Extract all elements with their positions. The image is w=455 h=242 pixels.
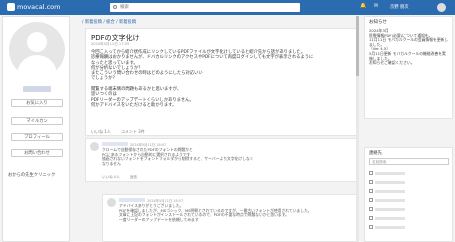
contacts-search-input[interactable]: 名前検索 bbox=[369, 158, 449, 165]
logo[interactable]: movacal.com bbox=[7, 3, 60, 11]
comment-card: 2024年5月11日 18:07 クロームで自動保存されたPDFのフォントの問題… bbox=[85, 138, 358, 182]
commenter-avatar bbox=[107, 198, 116, 207]
profile-name bbox=[23, 86, 51, 92]
commenter-name bbox=[102, 142, 128, 146]
main-content: / 新着投稿 / 総合 / 新着投稿 PDFの文字化け 2024年5月11日 1… bbox=[72, 16, 361, 242]
reply-card: 2024年5月11日 18:57 アドバイスありがとうございました。 PDFを確… bbox=[102, 194, 358, 242]
search-icon bbox=[113, 5, 117, 9]
contacts-heading: 連絡先 bbox=[369, 151, 382, 156]
profile-sidebar: お気に入り マイルカン プロフィール お問い合わせ おからの先生クリニック bbox=[2, 16, 70, 242]
profile-button[interactable]: プロフィール bbox=[11, 133, 63, 141]
logo-icon bbox=[7, 3, 15, 11]
contact-row[interactable] bbox=[369, 224, 449, 230]
contact-row[interactable] bbox=[369, 215, 449, 221]
contact-row[interactable] bbox=[369, 206, 449, 212]
mail-icon[interactable]: ✉ bbox=[374, 3, 378, 9]
scrollbar-thumb[interactable] bbox=[356, 16, 359, 76]
contacts-panel: 連絡先 名前検索 bbox=[364, 147, 453, 242]
commenter-avatar bbox=[90, 142, 99, 151]
header-bar: movacal.com 検索 🔔 ✉ 京野 朋次 bbox=[0, 0, 455, 15]
user-avatar[interactable] bbox=[437, 3, 446, 12]
commenter-name bbox=[119, 198, 145, 202]
post-date: 2024年5月11日 17:05 bbox=[91, 42, 130, 46]
notice-text[interactable]: 2024年3月 医療情報PDF(必要)について通知を。 11月11日 モバカルク… bbox=[369, 28, 449, 66]
search-placeholder: 検索 bbox=[120, 5, 129, 10]
favorite-button[interactable]: お気に入り bbox=[11, 99, 63, 107]
post-body: 今回こ入ってから紹介状作成にリンクしているPDFファイルが文字化けしていると紹介… bbox=[91, 50, 314, 108]
comment-like-button[interactable]: いいね 0人 bbox=[102, 175, 120, 180]
right-sidebar: お知らせ 2024年3月 医療情報PDF(必要)について通知を。 11月11日 … bbox=[364, 16, 453, 242]
contact-row[interactable] bbox=[369, 188, 449, 194]
contact-button[interactable]: お問い合わせ bbox=[11, 149, 63, 157]
post-card: PDFの文字化け 2024年5月11日 17:05 今回こ入ってから紹介状作成に… bbox=[85, 28, 358, 136]
contact-row[interactable] bbox=[369, 170, 449, 176]
contact-row[interactable] bbox=[369, 179, 449, 185]
comment-count[interactable]: コメント 3件 bbox=[121, 129, 145, 135]
search-input[interactable]: 検索 bbox=[110, 3, 300, 12]
comment-text: クロームで自動保存されたPDFのフォントの問題かと PCにあるフォントから自動的… bbox=[102, 147, 254, 166]
like-button[interactable]: いいね 1人 bbox=[91, 129, 111, 135]
logo-text: movacal.com bbox=[17, 3, 61, 11]
avatar bbox=[9, 22, 65, 78]
notice-panel: お知らせ 2024年3月 医療情報PDF(必要)について通知を。 11月11日 … bbox=[364, 16, 453, 119]
scrollbar[interactable] bbox=[356, 16, 359, 242]
comment-reply-button[interactable]: 返信 bbox=[130, 175, 137, 180]
comment-text: アドバイスありがとうございました。 PDFを確認しましたが、MSゴシック、MS明… bbox=[119, 203, 312, 222]
myrukan-button[interactable]: マイルカン bbox=[11, 117, 63, 125]
user-name[interactable]: 京野 朋次 bbox=[390, 4, 409, 10]
notice-heading: お知らせ bbox=[369, 20, 387, 25]
clinic-link[interactable]: おからの先生クリニック bbox=[8, 172, 55, 178]
contact-row[interactable] bbox=[369, 197, 449, 203]
bell-icon[interactable]: 🔔 bbox=[360, 3, 366, 9]
breadcrumb[interactable]: / 新着投稿 / 総合 / 新着投稿 bbox=[72, 16, 361, 26]
